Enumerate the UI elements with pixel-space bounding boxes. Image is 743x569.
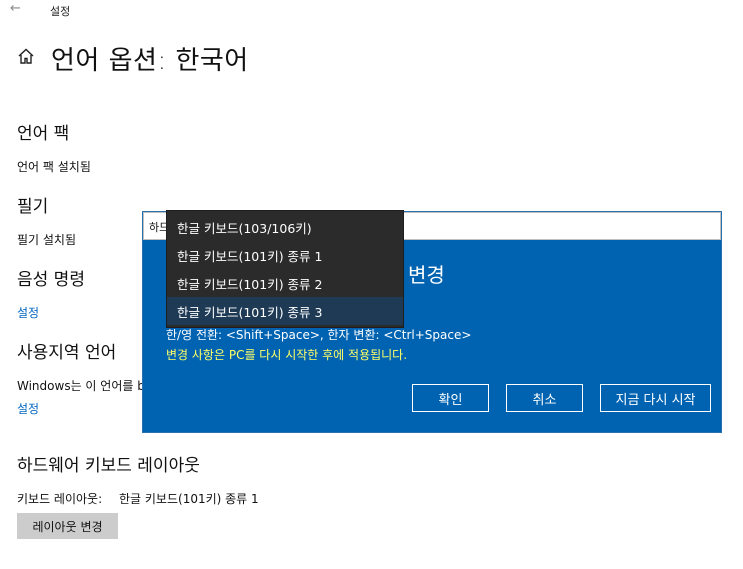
app-title: 설정 — [50, 5, 71, 18]
handwriting-heading: 필기 — [17, 197, 49, 217]
page-title: 언어 옵션: 한국어 — [51, 46, 249, 76]
keyboard-layout-value: 한글 키보드(101키) 종류 1 — [119, 492, 259, 506]
dropdown-option[interactable]: 한글 키보드(101키) 종류 2 — [167, 269, 403, 297]
change-layout-button[interactable]: 레이아웃 변경 — [17, 513, 118, 539]
dialog-title: 변경 — [408, 263, 445, 287]
restart-now-button[interactable]: 지금 다시 시작 — [600, 384, 711, 412]
dropdown-option[interactable]: 한글 키보드(103/106키) — [167, 213, 403, 241]
dropdown-option[interactable]: 한글 키보드(101키) 종류 1 — [167, 241, 403, 269]
dropdown-option-selected[interactable]: 한글 키보드(101키) 종류 3 — [167, 297, 403, 325]
ok-button[interactable]: 확인 — [412, 384, 489, 412]
speech-heading: 음성 명령 — [17, 270, 85, 290]
regional-text: Windows는 이 언어를 b — [17, 379, 145, 393]
regional-settings-link[interactable]: 설정 — [17, 400, 39, 417]
back-arrow-icon[interactable]: ← — [10, 1, 21, 16]
speech-settings-link[interactable]: 설정 — [17, 304, 39, 321]
hardware-keyboard-heading: 하드웨어 키보드 레이아웃 — [17, 456, 200, 476]
regional-heading: 사용지역 언어 — [17, 343, 117, 363]
dialog-restart-note: 변경 사항은 PC를 다시 시작한 후에 적용됩니다. — [166, 348, 408, 362]
language-pack-heading: 언어 팩 — [17, 124, 70, 144]
keyboard-layout-label: 키보드 레이아웃: — [17, 492, 103, 506]
dialog-hint: 한/영 전환: <Shift+Space>, 한자 변환: <Ctrl+Spac… — [166, 328, 472, 342]
layout-dropdown-list: 한글 키보드(103/106키) 한글 키보드(101키) 종류 1 한글 키보… — [166, 210, 404, 328]
home-icon[interactable] — [17, 47, 35, 65]
handwriting-status: 필기 설치됨 — [17, 233, 77, 247]
language-pack-status: 언어 팩 설치됨 — [17, 160, 91, 174]
title-bar — [0, 0, 743, 22]
cancel-button[interactable]: 취소 — [506, 384, 583, 412]
